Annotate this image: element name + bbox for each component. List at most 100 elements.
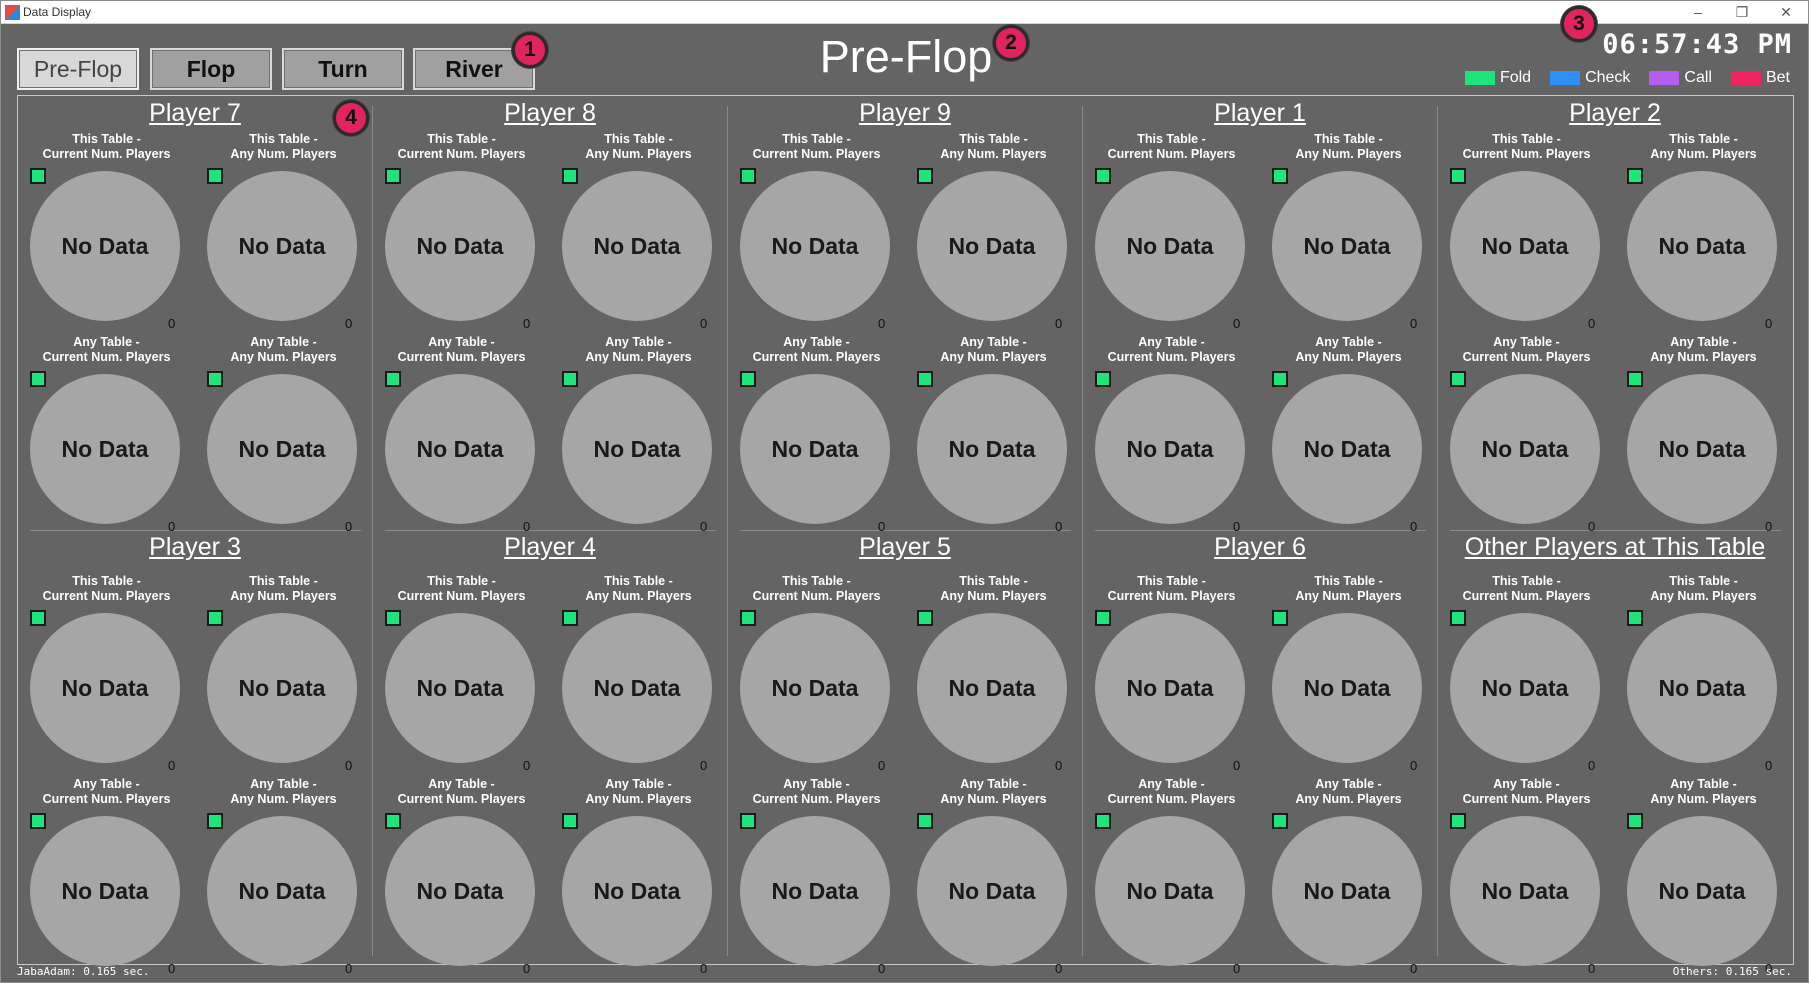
fold-swatch [1464, 71, 1495, 85]
player-panel-player-6: Player 6 This Table - Current Num. Player… [1083, 530, 1437, 976]
street-button-preflop[interactable]: Pre-Flop [17, 48, 139, 90]
stat-block-any-table-current: Any Table - Current Num. Players No Data 0 [1438, 777, 1615, 980]
stat-block-any-table-any: Any Table - Any Num. Players No Data 0 [1260, 335, 1437, 538]
stat-block-any-table-current: Any Table - Current Num. Players No Data 0 [373, 335, 550, 538]
stat-block-any-table-any: Any Table - Any Num. Players No Data 0 [1615, 777, 1792, 980]
stat-caption: This Table - Current Num. Players [752, 132, 881, 161]
restore-button[interactable]: ❐ [1720, 1, 1764, 23]
sample-count: 0 [345, 316, 353, 331]
legend-label: Check [1585, 69, 1631, 86]
legend-label: Call [1684, 69, 1712, 86]
fold-indicator [1627, 168, 1643, 184]
call-swatch [1649, 71, 1680, 85]
action-pie-chart: No Data [1272, 171, 1422, 321]
stat-block-any-table-any: Any Table - Any Num. Players No Data 0 [550, 777, 727, 980]
action-pie-chart: No Data [1627, 613, 1777, 763]
legend-label: Bet [1765, 69, 1790, 86]
stat-caption: This Table - Current Num. Players [1462, 574, 1591, 603]
fold-indicator [917, 610, 933, 626]
street-button-turn[interactable]: Turn [282, 48, 404, 90]
stat-caption: Any Table - Any Num. Players [585, 777, 692, 806]
fold-indicator [917, 371, 933, 387]
stat-caption: Any Table - Current Num. Players [1107, 335, 1236, 364]
status-footer: JabaAdam: 0.165 sec. Others: 0.165 sec. [1, 964, 1808, 980]
fold-indicator [1627, 371, 1643, 387]
action-pie-chart: No Data [1627, 171, 1777, 321]
stat-block-any-table-any: Any Table - Any Num. Players No Data 0 [550, 335, 727, 538]
fold-indicator [1272, 371, 1288, 387]
close-button[interactable]: ✕ [1764, 1, 1808, 23]
minimize-button[interactable]: – [1676, 1, 1720, 23]
player-panel-player-2: Player 2 This Table - Current Num. Player… [1438, 96, 1792, 534]
stat-block-any-table-any: Any Table - Any Num. Players No Data 0 [1260, 777, 1437, 980]
stat-block-this-table-current: This Table - Current Num. Players No Data… [728, 132, 905, 335]
player-panel-player-8: Player 8 This Table - Current Num. Player… [373, 96, 727, 534]
stat-caption: This Table - Any Num. Players [1295, 574, 1402, 603]
stat-block-this-table-current: This Table - Current Num. Players No Data… [373, 574, 550, 777]
title-bar: Data Display – ❐ ✕ [1, 1, 1808, 24]
stat-block-this-table-any: This Table - Any Num. Players No Data 0 [550, 132, 727, 335]
action-pie-chart: No Data [917, 374, 1067, 524]
street-button-flop[interactable]: Flop [150, 48, 272, 90]
action-pie-chart: No Data [562, 374, 712, 524]
stat-block-this-table-current: This Table - Current Num. Players No Data… [18, 574, 195, 777]
action-pie-chart: No Data [1450, 816, 1600, 966]
fold-indicator [207, 813, 223, 829]
stat-block-any-table-current: Any Table - Current Num. Players No Data 0 [1438, 335, 1615, 538]
player-panel-player-4: Player 4 This Table - Current Num. Player… [373, 530, 727, 976]
legend-label: Fold [1499, 69, 1532, 86]
player-name: Player 8 [504, 99, 596, 127]
player-name: Player 7 [149, 99, 241, 127]
action-pie-chart: No Data [385, 171, 535, 321]
fold-indicator [740, 813, 756, 829]
stat-caption: Any Table - Any Num. Players [1650, 335, 1757, 364]
player-panel-player-5: Player 5 This Table - Current Num. Player… [728, 530, 1082, 976]
action-pie-chart: No Data [207, 613, 357, 763]
sample-count: 0 [523, 758, 531, 773]
action-pie-chart: No Data [1095, 171, 1245, 321]
stat-caption: This Table - Any Num. Players [940, 574, 1047, 603]
stat-block-any-table-current: Any Table - Current Num. Players No Data 0 [18, 777, 195, 980]
bet-swatch [1730, 71, 1761, 85]
stat-block-any-table-current: Any Table - Current Num. Players No Data 0 [1083, 777, 1260, 980]
player-name: Other Players at This Table [1464, 533, 1766, 561]
stat-caption: Any Table - Any Num. Players [1295, 335, 1402, 364]
fold-indicator [562, 813, 578, 829]
stat-block-any-table-any: Any Table - Any Num. Players No Data 0 [195, 335, 372, 538]
sample-count: 0 [1055, 758, 1063, 773]
stat-block-this-table-current: This Table - Current Num. Players No Data… [728, 574, 905, 777]
action-pie-chart: No Data [562, 171, 712, 321]
action-pie-chart: No Data [740, 816, 890, 966]
player-panel-player-7: Player 7 This Table - Current Num. Player… [18, 96, 372, 534]
player-name: Player 5 [859, 533, 951, 561]
stat-caption: Any Table - Current Num. Players [1462, 777, 1591, 806]
fold-indicator [1272, 813, 1288, 829]
action-pie-chart: No Data [1450, 374, 1600, 524]
action-pie-chart: No Data [740, 613, 890, 763]
action-legend: Fold Check Call Bet [1446, 69, 1790, 87]
stat-caption: This Table - Current Num. Players [1462, 132, 1591, 161]
sample-count: 0 [700, 316, 708, 331]
fold-indicator [1272, 168, 1288, 184]
action-pie-chart: No Data [1095, 613, 1245, 763]
action-pie-chart: No Data [562, 816, 712, 966]
sample-count: 0 [345, 758, 353, 773]
stat-caption: Any Table - Any Num. Players [1295, 777, 1402, 806]
sample-count: 0 [1055, 316, 1063, 331]
page-title: Pre-Flop [819, 31, 993, 82]
fold-indicator [385, 168, 401, 184]
action-pie-chart: No Data [207, 374, 357, 524]
stat-caption: This Table - Any Num. Players [1650, 132, 1757, 161]
stat-block-any-table-current: Any Table - Current Num. Players No Data 0 [373, 777, 550, 980]
action-pie-chart: No Data [30, 613, 180, 763]
stat-caption: This Table - Current Num. Players [752, 574, 881, 603]
stat-block-this-table-any: This Table - Any Num. Players No Data 0 [550, 574, 727, 777]
player-name: Player 2 [1569, 99, 1661, 127]
sample-count: 0 [1410, 758, 1418, 773]
stat-caption: This Table - Any Num. Players [1295, 132, 1402, 161]
action-pie-chart: No Data [1272, 613, 1422, 763]
fold-indicator [1095, 168, 1111, 184]
stat-block-this-table-current: This Table - Current Num. Players No Data… [1438, 574, 1615, 777]
stat-caption: This Table - Any Num. Players [585, 132, 692, 161]
callout-badge-1: 1 [512, 32, 548, 68]
